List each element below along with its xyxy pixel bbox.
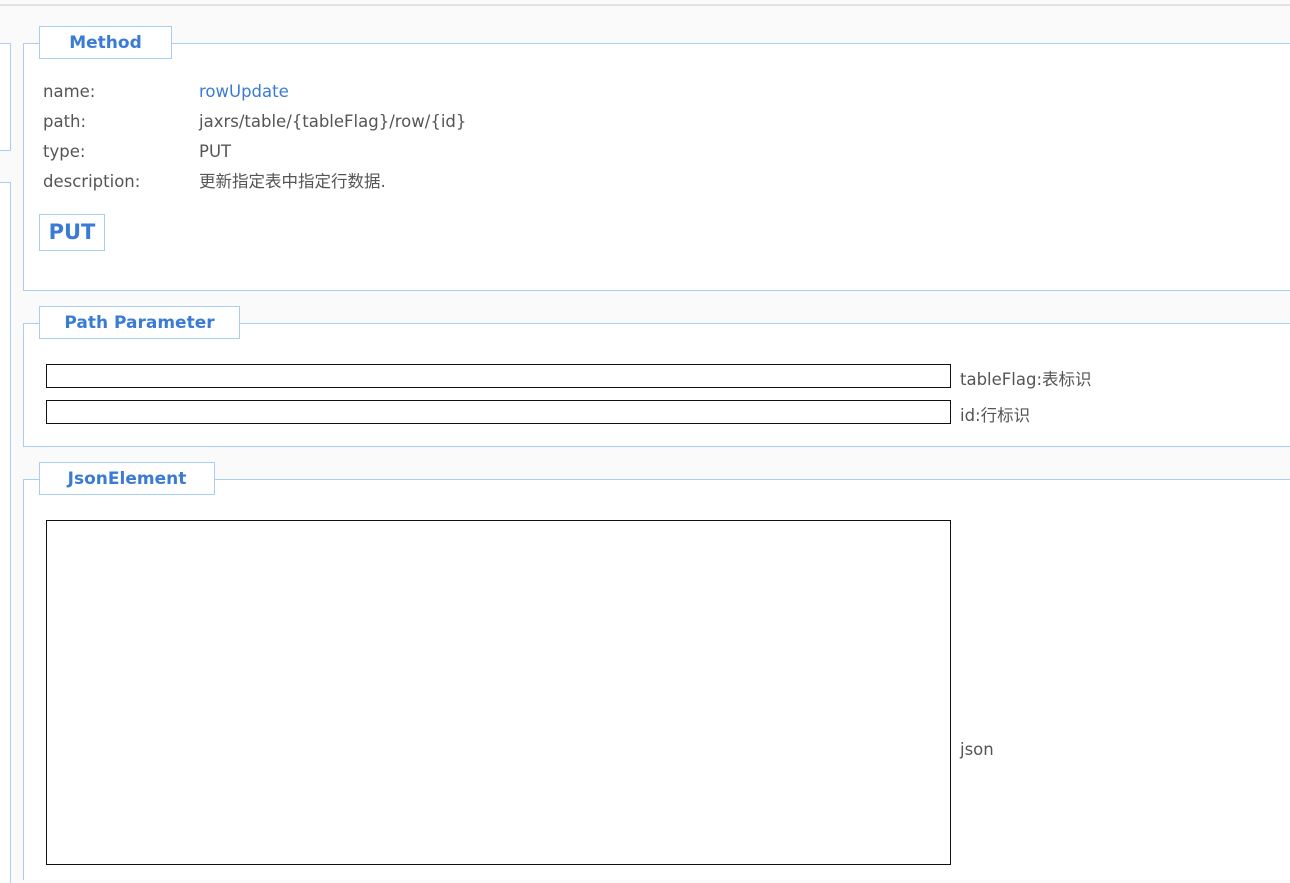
top-divider [0, 4, 1290, 6]
field-key: description: [43, 172, 141, 191]
left-panel-upper [0, 43, 11, 151]
id-label: id:行标识 [960, 406, 1031, 425]
method-name-value: rowUpdate [199, 82, 289, 101]
json-textarea[interactable] [46, 520, 951, 865]
tableflag-input[interactable] [46, 364, 951, 388]
json-label: json [960, 740, 994, 759]
method-path-row: path: jaxrs/table/{tableFlag}/row/{id} [43, 107, 466, 137]
json-element-legend: JsonElement [39, 462, 215, 495]
field-key: path: [43, 112, 87, 131]
method-path-value: jaxrs/table/{tableFlag}/row/{id} [199, 112, 467, 131]
method-type-value: PUT [199, 142, 232, 161]
field-key: name: [43, 82, 96, 101]
put-button[interactable]: PUT [39, 214, 105, 251]
method-type-row: type: PUT [43, 137, 231, 167]
tableflag-label: tableFlag:表标识 [960, 370, 1092, 389]
id-input[interactable] [46, 400, 951, 424]
path-parameter-legend: Path Parameter [39, 306, 240, 339]
field-key: type: [43, 142, 86, 161]
method-description-row: description: 更新指定表中指定行数据. [43, 167, 386, 197]
method-description-value: 更新指定表中指定行数据. [199, 172, 386, 191]
method-legend: Method [39, 26, 172, 59]
method-name-row: name: rowUpdate [43, 77, 289, 107]
left-panel-lower [0, 182, 11, 883]
